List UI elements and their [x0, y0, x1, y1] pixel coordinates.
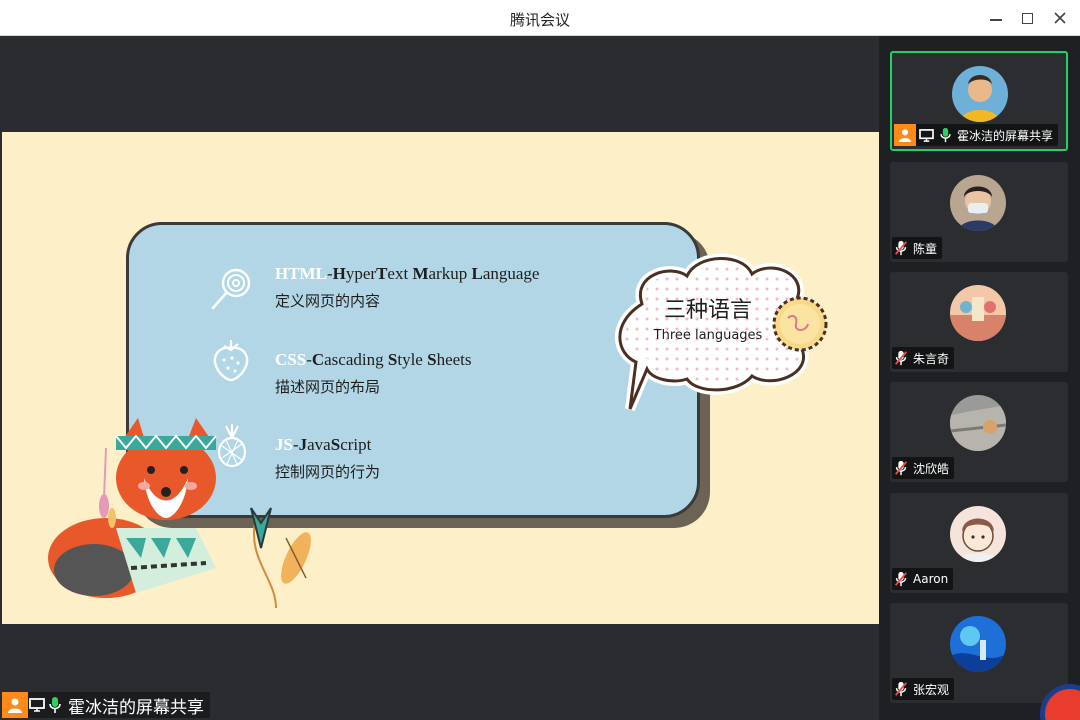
sharer-name: 霍冰洁的屏幕共享	[68, 697, 204, 718]
screen-share-icon	[916, 124, 936, 146]
mic-muted-icon	[892, 568, 910, 590]
participant-tile[interactable]: 陈童	[890, 162, 1068, 262]
user-icon	[2, 692, 28, 718]
minimize-button[interactable]	[982, 6, 1010, 30]
avatar	[950, 395, 1006, 451]
mic-muted-icon	[892, 678, 910, 700]
avatar	[950, 616, 1006, 672]
avatar	[950, 506, 1006, 562]
close-button[interactable]	[1046, 6, 1074, 30]
participant-tile[interactable]: Aaron	[890, 493, 1068, 593]
maximize-button[interactable]	[1013, 6, 1041, 30]
participant-tile[interactable]: 霍冰洁的屏幕共享	[890, 51, 1068, 151]
lang-abbr: CSS	[275, 350, 307, 369]
participant-name: 张宏观	[913, 682, 950, 697]
lang-title: HTML-HyperText Markup Language	[275, 264, 540, 283]
avatar	[952, 66, 1008, 122]
participants-panel: 霍冰洁的屏幕共享 陈童 朱言奇 沈欣皓 Aaron 张宏观	[879, 36, 1080, 720]
user-icon	[894, 124, 916, 146]
mic-muted-icon	[892, 347, 910, 369]
fox-illustration	[48, 418, 311, 608]
lang-item-html: HTML-HyperText Markup Language 定义网页的内容	[275, 264, 539, 311]
presentation-slide: HTML-HyperText Markup Language 定义网页的内容 C…	[2, 132, 879, 624]
bubble-title: 三种语言	[663, 298, 752, 323]
participant-label: 陈童	[892, 237, 943, 259]
lang-description: 定义网页的内容	[275, 292, 381, 310]
mic-muted-icon	[892, 457, 910, 479]
avatar	[950, 285, 1006, 341]
maximize-icon	[1021, 12, 1033, 24]
lollipop-icon	[211, 268, 251, 310]
shared-screen[interactable]: HTML-HyperText Markup Language 定义网页的内容 C…	[2, 36, 879, 720]
participant-tile[interactable]: 张宏观	[890, 603, 1068, 703]
participant-name: 霍冰洁的屏幕共享	[957, 128, 1054, 143]
mic-on-icon	[46, 692, 64, 718]
mic-on-icon	[936, 124, 954, 146]
participant-label: 沈欣皓	[892, 457, 955, 479]
participant-name: 陈童	[913, 241, 938, 256]
participant-name: 朱言奇	[913, 351, 950, 366]
participant-label: 张宏观	[892, 678, 955, 700]
participant-label: 霍冰洁的屏幕共享	[894, 124, 1059, 146]
lang-abbr: HTML	[275, 264, 327, 283]
participant-tile[interactable]: 沈欣皓	[890, 382, 1068, 482]
bubble-text: 三种语言 Three languages	[638, 292, 778, 343]
screen-share-icon	[28, 692, 46, 718]
participant-name: Aaron	[913, 572, 949, 586]
avatar	[950, 175, 1006, 231]
mic-muted-icon	[892, 237, 910, 259]
title-bar: 腾讯会议	[0, 0, 1080, 36]
participant-label: 朱言奇	[892, 347, 955, 369]
minimize-icon	[990, 19, 1002, 21]
lang-title: CSS-Cascading Style Sheets	[275, 350, 472, 369]
participant-label: Aaron	[892, 568, 954, 590]
bubble-subtitle: Three languages	[653, 328, 763, 343]
participant-tile[interactable]: 朱言奇	[890, 272, 1068, 372]
participant-name: 沈欣皓	[913, 461, 950, 476]
lang-description: 描述网页的布局	[275, 378, 381, 396]
lang-item-css: CSS-Cascading Style Sheets 描述网页的布局	[275, 350, 472, 397]
window-title: 腾讯会议	[509, 11, 570, 29]
close-icon	[1054, 12, 1066, 24]
strawberry-icon	[213, 340, 249, 382]
screen-share-label: 霍冰洁的屏幕共享	[2, 692, 210, 718]
